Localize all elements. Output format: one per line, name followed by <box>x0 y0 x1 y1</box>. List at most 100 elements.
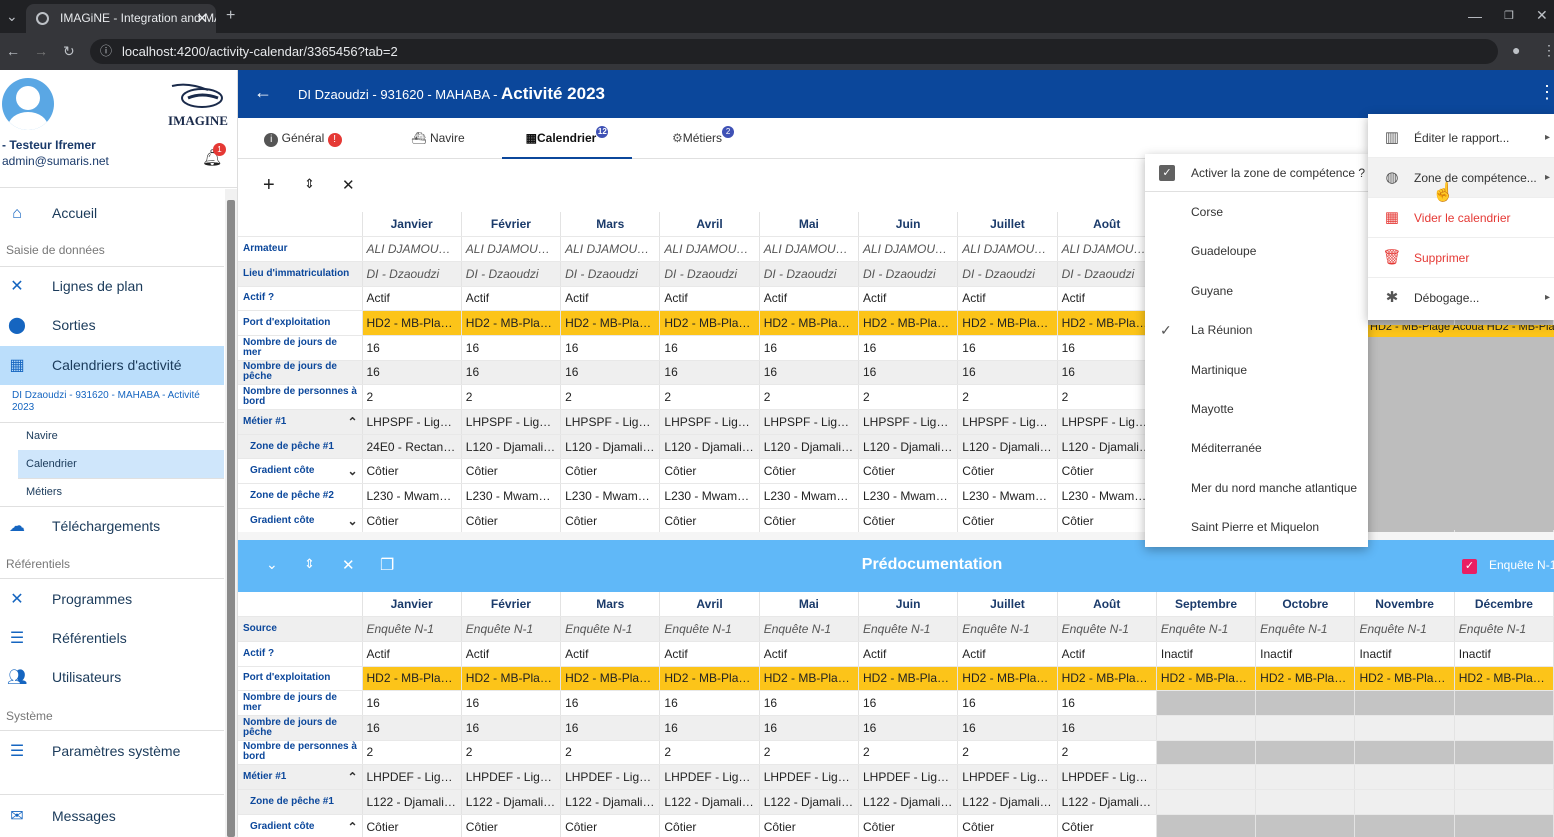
grid-cell[interactable]: LHPSPF - Lignes à main <box>759 409 859 435</box>
grid-cell[interactable]: Actif <box>461 286 562 312</box>
grid-cell[interactable]: Enquête N-1 <box>1057 616 1157 642</box>
grid-cell[interactable] <box>1255 814 1356 837</box>
month-header[interactable]: Septembre <box>1156 592 1257 618</box>
close-tab-icon[interactable]: ✕ <box>196 4 208 33</box>
nav-programmes[interactable]: ✕ Programmes <box>0 580 224 619</box>
grid-cell[interactable]: HD2 - MB-Plage Acoua <box>858 666 959 692</box>
grid-cell[interactable]: HD2 - MB-Plage Acoua <box>1354 666 1455 692</box>
grid-cell[interactable]: Actif <box>957 641 1058 667</box>
grid-cell[interactable]: HD2 - MB-Plage Acoua <box>560 666 661 692</box>
grid-cell[interactable]: ALI DJAMOUHOUDINE <box>461 236 562 262</box>
grid-cell[interactable]: HD2 - MB-Plage Acoua <box>659 310 760 336</box>
grid-cell[interactable]: Actif <box>362 641 462 667</box>
grid-cell[interactable]: 2 <box>858 740 959 766</box>
grid-cell[interactable]: Côtier <box>659 458 760 485</box>
month-header[interactable]: Mai <box>759 592 859 618</box>
grid-cell[interactable]: 16 <box>362 715 462 741</box>
grid-cell[interactable]: Côtier <box>1057 458 1157 485</box>
grid-cell[interactable]: 24E0 - Rectangle <box>362 434 462 460</box>
grid-cell[interactable]: Côtier <box>858 458 959 485</box>
grid-cell[interactable]: ALI DJAMOUHOUDINE <box>1057 236 1157 262</box>
grid-cell[interactable]: HD2 - MB-Plage Acoua <box>1057 310 1157 336</box>
grid-cell[interactable]: 16 <box>957 715 1058 741</box>
grid-cell[interactable]: 16 <box>560 335 661 361</box>
grid-cell[interactable]: 2 <box>759 740 859 766</box>
grid-cell[interactable]: 2 <box>1057 384 1157 410</box>
grid-cell[interactable]: HD2 - MB-Plage Acoua <box>659 666 760 692</box>
month-header[interactable]: Juin <box>858 592 959 618</box>
grid-cell[interactable]: ALI DJAMOUHOUDINE <box>659 236 760 262</box>
grid-cell[interactable]: 16 <box>659 360 760 386</box>
grid-cell[interactable] <box>1354 789 1455 815</box>
grid-cell[interactable]: LHPSPF - Lignes à main <box>560 409 661 435</box>
grid-cell[interactable] <box>1454 690 1554 716</box>
grid-cell[interactable]: L120 - Djamalindi <box>659 434 760 460</box>
add-icon[interactable]: + <box>263 174 275 197</box>
more-options-icon[interactable]: ⋮ <box>1538 82 1554 103</box>
month-header[interactable]: Mars <box>560 592 661 618</box>
grid-cell[interactable]: LHPDEF - Lignes à main <box>461 764 562 790</box>
month-header[interactable]: Janvier <box>362 592 462 618</box>
grid-cell[interactable]: HD2 - MB-Plage Acoua <box>858 310 959 336</box>
grid-cell[interactable] <box>1255 789 1356 815</box>
grid-cell[interactable]: L230 - Mwambani <box>362 483 462 509</box>
browser-menu-icon[interactable]: ⋮ <box>1542 42 1554 58</box>
grid-cell[interactable]: 16 <box>957 690 1058 716</box>
nav-utilisateurs[interactable]: 👥︎ Utilisateurs <box>0 658 224 697</box>
zone-option[interactable]: Corse <box>1145 193 1368 232</box>
grid-cell[interactable] <box>1354 764 1455 790</box>
collapse-icon[interactable]: ✕ <box>342 556 355 574</box>
grid-cell[interactable]: Enquête N-1 <box>1156 616 1257 642</box>
grid-cell[interactable]: LHPSPF - Lignes à main <box>362 409 462 435</box>
grid-cell[interactable]: HD2 - MB-Plage Acoua <box>1454 666 1554 692</box>
month-header[interactable]: Mai <box>759 212 859 238</box>
grid-cell[interactable]: 2 <box>1057 740 1157 766</box>
grid-cell[interactable]: 16 <box>759 360 859 386</box>
grid-cell[interactable]: 16 <box>560 715 661 741</box>
month-header[interactable]: Avril <box>659 592 760 618</box>
grid-cell[interactable]: 16 <box>957 335 1058 361</box>
zone-option[interactable]: Méditerranée <box>1145 429 1368 468</box>
grid-cell[interactable]: 16 <box>759 335 859 361</box>
grid-cell[interactable] <box>1354 814 1455 837</box>
grid-cell[interactable]: Côtier <box>461 458 562 485</box>
grid-cell[interactable]: L122 - Djamalindi <box>461 789 562 815</box>
grid-cell[interactable]: Côtier <box>560 508 661 534</box>
grid-cell[interactable]: 2 <box>362 384 462 410</box>
month-header[interactable]: Mars <box>560 212 661 238</box>
grid-cell[interactable]: 2 <box>461 384 562 410</box>
grid-cell[interactable]: L122 - Djamalindi <box>957 789 1058 815</box>
grid-cell[interactable]: Actif <box>362 286 462 312</box>
grid-cell[interactable]: 16 <box>858 360 959 386</box>
back-icon[interactable]: ← <box>6 43 20 59</box>
grid-cell[interactable]: Enquête N-1 <box>1354 616 1455 642</box>
grid-cell[interactable]: LHPDEF - Lignes à main <box>560 764 661 790</box>
month-header[interactable]: Octobre <box>1255 592 1356 618</box>
grid-cell[interactable]: HD2 - MB-Plage Acoua <box>1255 666 1356 692</box>
zone-option[interactable]: Mayotte <box>1145 390 1368 429</box>
grid-cell[interactable] <box>1454 740 1554 766</box>
month-header[interactable]: Avril <box>659 212 760 238</box>
expand-icon[interactable]: ⇕ <box>304 176 315 192</box>
grid-cell[interactable]: 16 <box>659 335 760 361</box>
grid-cell[interactable]: Inactif <box>1255 641 1356 667</box>
grid-cell[interactable]: 16 <box>858 690 959 716</box>
grid-cell[interactable]: HD2 - MB-Plage Acoua <box>560 310 661 336</box>
grid-cell[interactable]: Actif <box>659 641 760 667</box>
zone-option[interactable]: Martinique <box>1145 351 1368 390</box>
grid-cell[interactable] <box>1255 690 1356 716</box>
browser-tab[interactable]: IMAGiNE - Integration and MA ✕ <box>26 4 216 33</box>
avatar[interactable] <box>2 78 54 130</box>
grid-cell[interactable]: Actif <box>560 286 661 312</box>
tab-metiers[interactable]: ⚙Métiers 2 <box>658 118 748 159</box>
grid-cell[interactable]: HD2 - MB-Plage Acoua <box>1156 666 1257 692</box>
grid-cell[interactable]: Actif <box>461 641 562 667</box>
grid-cell[interactable]: Enquête N-1 <box>759 616 859 642</box>
grid-cell[interactable]: ALI DJAMOUHOUDINE <box>759 236 859 262</box>
restore-icon[interactable]: ❐ <box>1504 8 1514 24</box>
grid-cell[interactable]: 16 <box>1057 690 1157 716</box>
grid-cell[interactable]: 2 <box>659 384 760 410</box>
grid-cell[interactable]: Côtier <box>362 508 462 534</box>
grid-cell[interactable] <box>1354 740 1455 766</box>
grid-cell[interactable]: Actif <box>1057 641 1157 667</box>
